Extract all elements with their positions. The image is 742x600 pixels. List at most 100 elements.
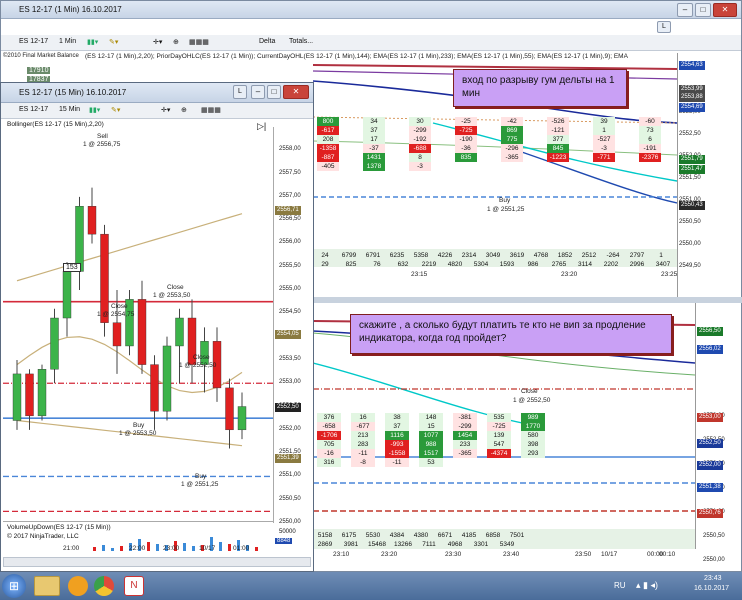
media-player-icon[interactable]: [68, 576, 88, 596]
execution-price: 1 @ 2553,50: [119, 429, 157, 437]
indicator-line: (ES 12-17 (1 Min),2,20); PriorDayOHLC(ES…: [85, 53, 628, 60]
execution-price: 1 @ 2551,25: [181, 481, 219, 489]
footprint-cell: 139: [487, 431, 511, 440]
candle-body: [100, 233, 109, 323]
candle-body: [87, 205, 97, 235]
footprint-cell: 547: [487, 440, 511, 449]
footprint-cell: 1077: [419, 431, 443, 440]
close-marker-label: Close: [521, 388, 538, 395]
volume-value: 6175: [341, 532, 357, 539]
footprint-cell: -8: [351, 458, 375, 467]
chart15-price-tick: 2554,50: [279, 309, 301, 316]
volume-value: 632: [397, 261, 409, 268]
start-button[interactable]: ⊞: [2, 574, 26, 598]
chart15-interval-select[interactable]: 15 Min: [59, 106, 80, 113]
totals-select[interactable]: Totals...: [289, 38, 313, 45]
footprint-cell: -25: [455, 117, 477, 126]
volume-value: 2765: [551, 261, 567, 268]
chart15-price-tag: 2552,50: [275, 402, 301, 412]
candle-body: [162, 345, 172, 412]
footprint-cell: -190: [455, 135, 477, 144]
main-price-tag: 2551,79: [679, 155, 705, 164]
zoom-icon[interactable]: ⊕: [173, 38, 179, 46]
clock-date[interactable]: 16.10.2017: [694, 585, 729, 592]
candle-body: [37, 369, 47, 417]
chart15-price-tick: 2551,00: [279, 472, 301, 479]
chart15-L-button[interactable]: L: [233, 85, 247, 99]
annotation-note-2: скажите , а сколько будут платить те кто…: [350, 314, 672, 354]
footprint-cell: 15: [419, 422, 443, 431]
chart15-price-tick: 2556,00: [279, 239, 301, 246]
volume-value: 5158: [317, 532, 333, 539]
volume-value: 4185: [461, 532, 477, 539]
chart15-bar-icon[interactable]: ▮▮▾: [89, 106, 100, 114]
footprint-cell: -191: [639, 144, 661, 153]
footprint-cell: -1558: [385, 449, 409, 458]
ninjatrader-icon[interactable]: N: [124, 576, 144, 596]
volume-value: 2314: [461, 252, 477, 259]
taskbar: ⊞ N RU ▴ ▮ ◂) 23:43 16.10.2017: [0, 572, 742, 600]
chart15-price-axis: [273, 127, 313, 523]
volume-scale: 50000: [279, 529, 296, 535]
chart15-scrollbar[interactable]: [3, 557, 311, 567]
candle-body: [150, 364, 159, 412]
chart15-minimize-button[interactable]: –: [251, 85, 265, 99]
footprint-cell: -36: [455, 144, 477, 153]
footprint-cell: -365: [453, 449, 477, 458]
main-time-label: 23:15: [411, 271, 428, 278]
volume-value: 2996: [629, 261, 645, 268]
L-button[interactable]: L: [657, 21, 671, 33]
chart15-zoom-icon[interactable]: ⊕: [181, 106, 187, 114]
main-title-bar[interactable]: ES 12-17 (1 Min) 16.10.2017 – □ ✕: [1, 1, 741, 19]
bar-type-icon[interactable]: ▮▮▾: [87, 38, 98, 46]
crosshair-icon[interactable]: ✛▾: [153, 38, 162, 46]
chart15-time-label: 01:00: [233, 545, 250, 552]
chrome-icon[interactable]: [94, 576, 114, 596]
chart15-close-button[interactable]: ✕: [283, 85, 309, 99]
footprint-cell: 34: [363, 117, 385, 126]
chart15-maximize-button[interactable]: □: [267, 85, 281, 99]
properties-icon[interactable]: ▦▦▦: [189, 38, 209, 46]
clock-time[interactable]: 23:43: [704, 575, 722, 582]
footprint-cell: 845: [547, 144, 569, 153]
footprint-cell: -526: [547, 117, 569, 126]
chart15-price-tick: 2553,00: [279, 379, 301, 386]
volume-bar: [156, 544, 159, 551]
lower-price-tag: 2556,02: [697, 345, 723, 354]
footprint-cell: 1454: [453, 431, 477, 440]
candle-body: [175, 317, 184, 347]
chart15-price-tick: 2553,50: [279, 355, 301, 362]
volume-value: 1593: [499, 261, 515, 268]
volume-value: 1852: [557, 252, 573, 259]
volume-value: 13266: [393, 541, 413, 548]
footprint-cell: -381: [453, 413, 477, 422]
tray-icons[interactable]: ▴ ▮ ◂): [636, 580, 658, 591]
chart15-props-icon[interactable]: ▦▦▦: [201, 106, 221, 114]
explorer-icon[interactable]: [34, 576, 60, 596]
candle-body: [237, 406, 247, 431]
chart15-title-bar[interactable]: ES 12-17 (15 Min) 16.10.2017 L – □ ✕: [1, 83, 313, 103]
chart15-instrument-select[interactable]: ES 12-17: [19, 106, 48, 113]
chart15-crosshair-icon[interactable]: ✛▾: [161, 106, 170, 114]
main-price-tick: 2551,50: [679, 175, 701, 181]
footprint-cell: 208: [317, 135, 339, 144]
instrument-select[interactable]: ES 12-17: [19, 38, 48, 45]
footprint-cell: -37: [363, 144, 385, 153]
pencil-icon[interactable]: ✎▾: [109, 38, 118, 46]
volume-bar: [183, 543, 186, 551]
footprint-cell: 316: [317, 458, 341, 467]
footprint-cell: 37: [385, 422, 409, 431]
footprint-cell: 17: [363, 135, 385, 144]
footprint-cell: 73: [639, 126, 661, 135]
volume-bar: [192, 546, 195, 551]
chart15-pencil-icon[interactable]: ✎▾: [111, 106, 120, 114]
language-indicator[interactable]: RU: [614, 581, 626, 590]
chart15-price-tick: 2552,00: [279, 425, 301, 432]
delta-select[interactable]: Delta: [259, 38, 275, 45]
lower-time-label: 00:10: [659, 551, 676, 558]
lower-time-label: 23:20: [381, 551, 398, 558]
interval-select[interactable]: 1 Min: [59, 38, 76, 45]
execution-price: 1 @ 2556,75: [83, 140, 121, 148]
volume-value: 3049: [485, 252, 501, 259]
footprint-cell: 293: [521, 449, 545, 458]
